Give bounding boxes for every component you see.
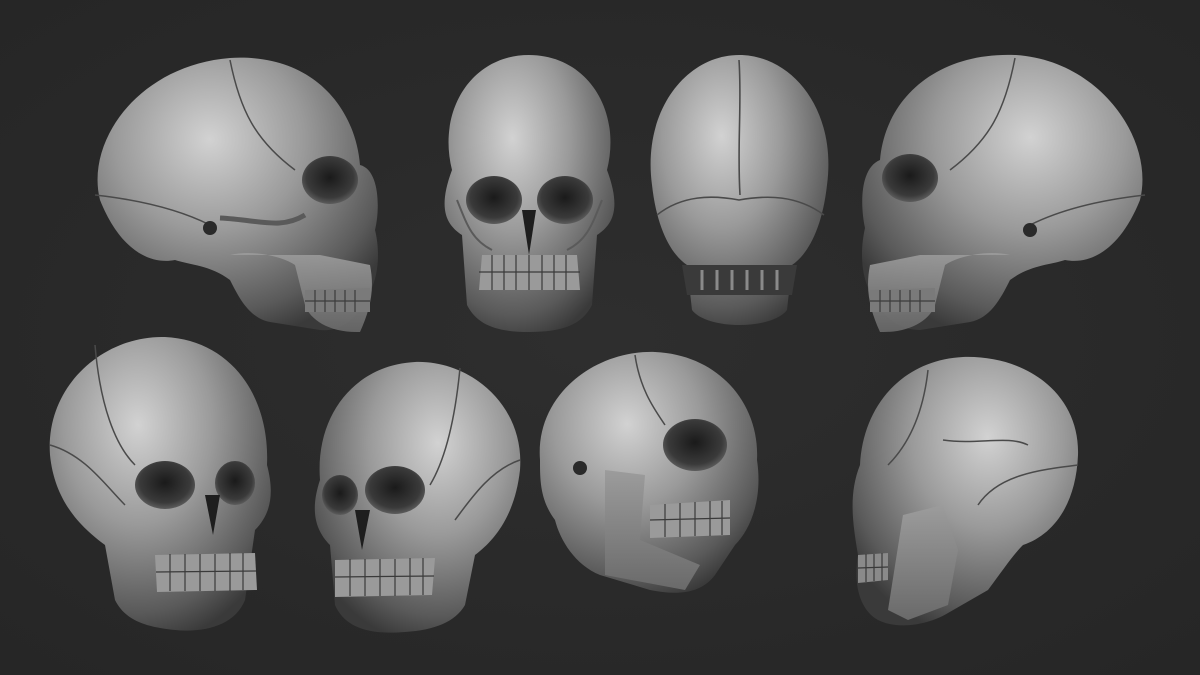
skull-front-three-quarter-right — [45, 335, 280, 635]
skull-front-three-quarter-left — [310, 360, 525, 635]
skull-front — [432, 50, 627, 335]
skull-right-profile — [855, 50, 1155, 335]
skull-back — [642, 55, 837, 335]
skull-rear-three-quarter-right — [848, 355, 1083, 630]
skull-low-three-quarter-left — [535, 350, 765, 600]
skull-render-canvas — [0, 0, 1200, 675]
skull-left-profile — [80, 50, 390, 340]
